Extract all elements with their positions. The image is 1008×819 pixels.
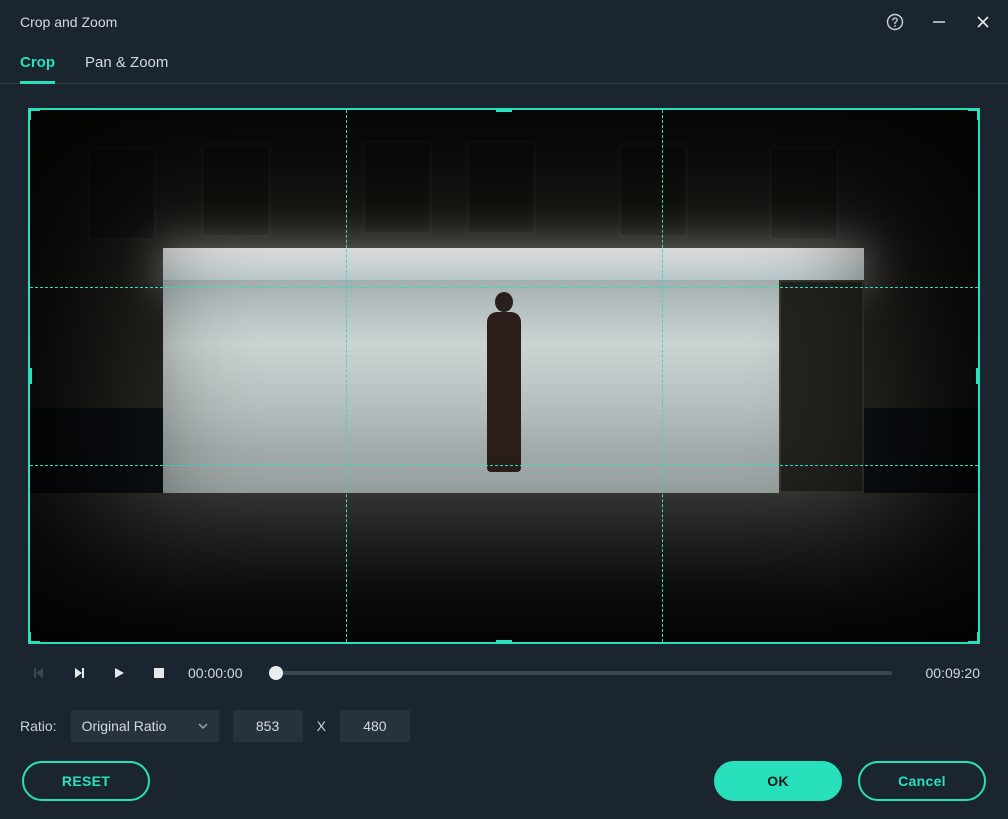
- ratio-select-value: Original Ratio: [82, 718, 167, 734]
- crop-handle-top-right[interactable]: [968, 108, 980, 120]
- preview-container: [0, 84, 1008, 652]
- video-frame: [30, 110, 978, 642]
- play-icon[interactable]: [108, 662, 130, 684]
- playback-slider[interactable]: [276, 671, 892, 675]
- ok-button[interactable]: OK: [714, 761, 842, 801]
- width-input[interactable]: 853: [233, 710, 303, 742]
- window-title: Crop and Zoom: [20, 14, 117, 30]
- help-icon[interactable]: [884, 11, 906, 33]
- ratio-select[interactable]: Original Ratio: [71, 710, 219, 742]
- ratio-label: Ratio:: [20, 718, 57, 734]
- close-icon[interactable]: [972, 11, 994, 33]
- crop-grid-line: [346, 110, 347, 642]
- minimize-icon[interactable]: [928, 11, 950, 33]
- tab-bar: Crop Pan & Zoom: [0, 44, 1008, 84]
- playback-bar: 00:00:00 00:09:20: [0, 652, 1008, 684]
- playback-slider-thumb[interactable]: [269, 666, 283, 680]
- reset-button[interactable]: RESET: [22, 761, 150, 801]
- height-input[interactable]: 480: [340, 710, 410, 742]
- prev-frame-icon: [28, 662, 50, 684]
- cancel-button[interactable]: Cancel: [858, 761, 986, 801]
- ratio-row: Ratio: Original Ratio 853 X 480: [0, 684, 1008, 742]
- crop-handle-top-left[interactable]: [28, 108, 40, 120]
- crop-grid-line: [30, 287, 978, 288]
- stop-icon[interactable]: [148, 662, 170, 684]
- current-time: 00:00:00: [188, 665, 258, 681]
- dimension-separator: X: [317, 718, 326, 734]
- crop-handle-top[interactable]: [496, 108, 512, 112]
- crop-preview[interactable]: [28, 108, 980, 644]
- crop-handle-left[interactable]: [28, 368, 32, 384]
- window-controls: [884, 11, 994, 33]
- crop-handle-bottom-right[interactable]: [968, 632, 980, 644]
- crop-handle-right[interactable]: [976, 368, 980, 384]
- crop-grid-line: [30, 465, 978, 466]
- crop-handle-bottom[interactable]: [496, 640, 512, 644]
- tab-pan-zoom[interactable]: Pan & Zoom: [85, 54, 168, 83]
- chevron-down-icon: [198, 718, 208, 734]
- dialog-buttons: RESET OK Cancel: [0, 761, 1008, 801]
- crop-grid-line: [662, 110, 663, 642]
- titlebar: Crop and Zoom: [0, 0, 1008, 44]
- total-time: 00:09:20: [910, 665, 980, 681]
- tab-crop[interactable]: Crop: [20, 54, 55, 83]
- crop-handle-bottom-left[interactable]: [28, 632, 40, 644]
- next-frame-icon[interactable]: [68, 662, 90, 684]
